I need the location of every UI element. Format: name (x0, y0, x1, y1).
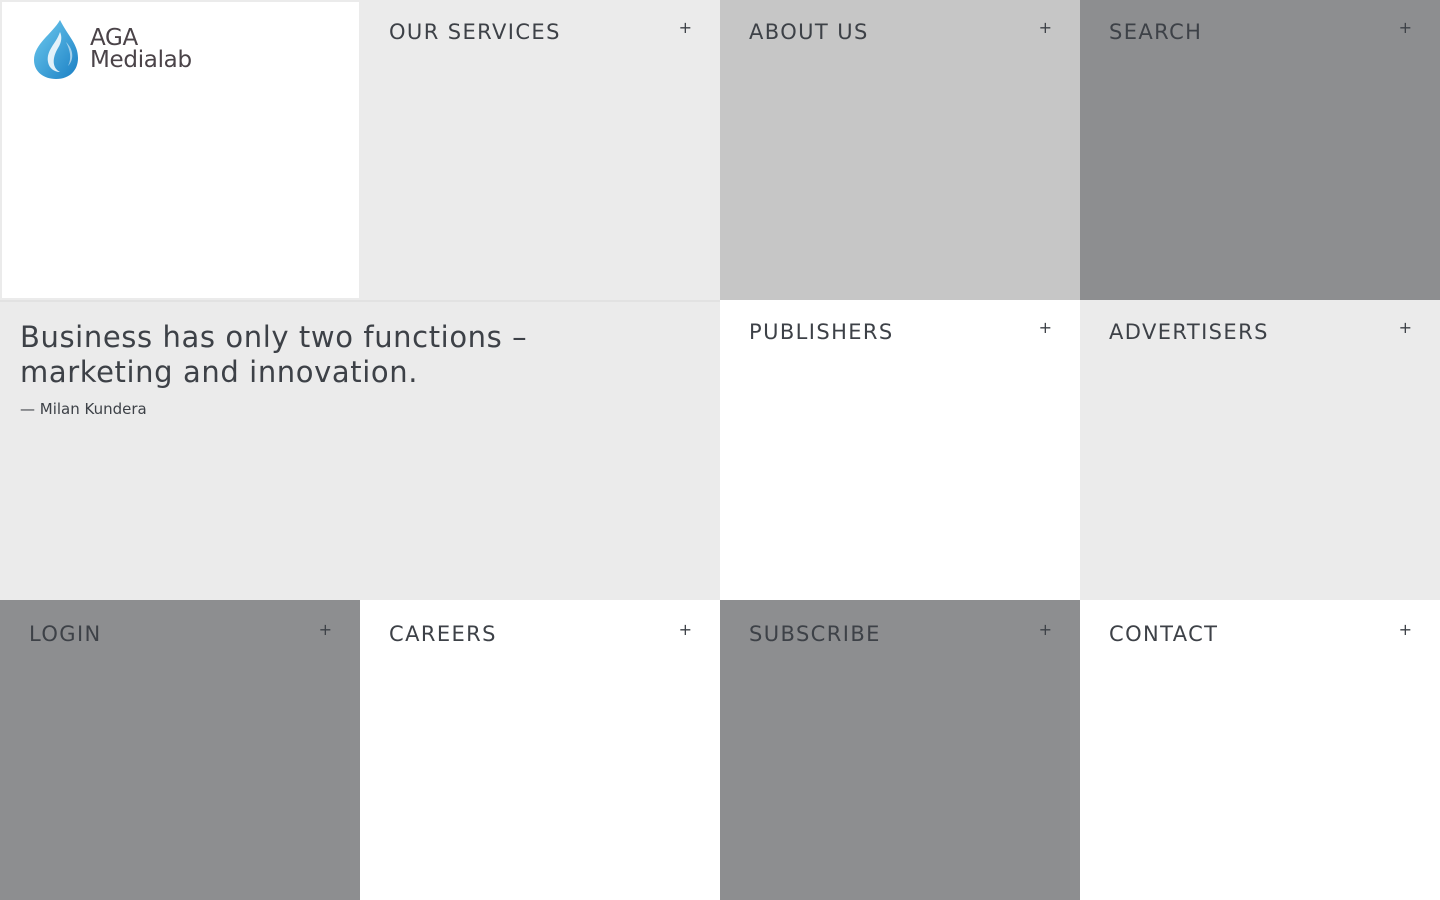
tile-grid: AGA Medialab OUR SERVICES + ABOUT US + S… (0, 0, 1440, 900)
tile-label: ABOUT US (749, 20, 869, 44)
quote-author: — Milan Kundera (20, 400, 147, 418)
plus-icon: + (1038, 18, 1052, 37)
plus-icon: + (1038, 318, 1052, 337)
tile-label: CAREERS (389, 622, 497, 646)
tile-contact[interactable]: CONTACT + (1080, 600, 1440, 900)
tile-label: PUBLISHERS (749, 320, 894, 344)
plus-icon: + (1038, 620, 1052, 639)
plus-icon: + (678, 18, 692, 37)
brand-line-2: Medialab (90, 47, 192, 73)
quote-text: Business has only two functions – market… (20, 320, 528, 389)
plus-icon: + (318, 620, 332, 639)
tile-search[interactable]: SEARCH + (1080, 0, 1440, 300)
tile-label: SEARCH (1109, 20, 1203, 44)
quote-tile: Business has only two functions – market… (0, 300, 720, 600)
plus-icon: + (1398, 318, 1412, 337)
tile-label: ADVERTISERS (1109, 320, 1269, 344)
plus-icon: + (1398, 620, 1412, 639)
tile-publishers[interactable]: PUBLISHERS + (720, 300, 1080, 600)
tile-label: SUBSCRIBE (749, 622, 881, 646)
tile-label: CONTACT (1109, 622, 1219, 646)
tile-label: OUR SERVICES (389, 20, 561, 44)
tile-advertisers[interactable]: ADVERTISERS + (1080, 300, 1440, 600)
tile-careers[interactable]: CAREERS + (360, 600, 720, 900)
brand-wordmark: AGA Medialab (90, 25, 192, 73)
tile-about-us[interactable]: ABOUT US + (720, 0, 1080, 300)
tile-subscribe[interactable]: SUBSCRIBE + (720, 600, 1080, 900)
tile-login[interactable]: LOGIN + (0, 600, 360, 900)
plus-icon: + (1398, 18, 1412, 37)
plus-icon: + (678, 620, 692, 639)
brand-logo[interactable]: AGA Medialab (30, 18, 192, 80)
tile-our-services[interactable]: OUR SERVICES + (360, 0, 720, 300)
brand-line-1: AGA (90, 25, 138, 51)
water-drop-icon (30, 18, 82, 80)
tile-label: LOGIN (29, 622, 102, 646)
logo-tile: AGA Medialab (0, 0, 360, 300)
